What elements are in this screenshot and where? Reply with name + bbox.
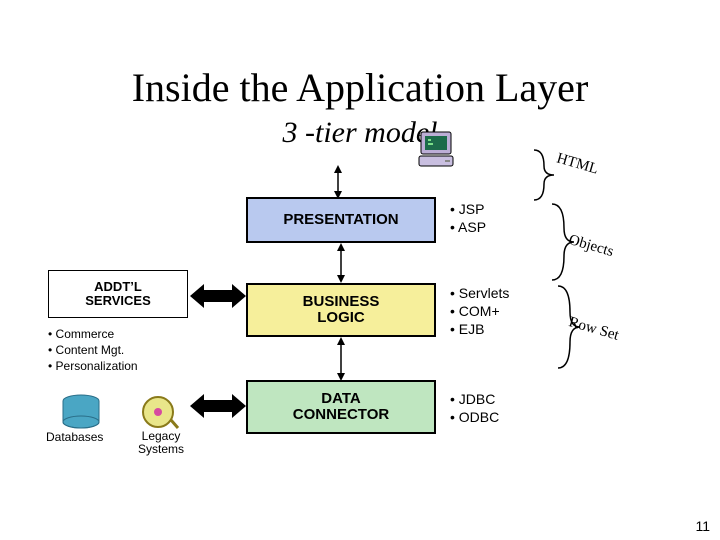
data-tech-list: JDBC ODBC (450, 390, 499, 426)
list-item: JSP (450, 200, 486, 218)
addtl-services-box: ADDT’L SERVICES (48, 270, 188, 318)
list-item: Content Mgt. (48, 342, 138, 358)
presentation-tier-label: PRESENTATION (283, 212, 398, 229)
page-title: Inside the Application Layer (0, 64, 720, 111)
arrow-stores-to-data (190, 392, 246, 425)
business-tier-box: BUSINESS LOGIC (246, 283, 436, 337)
arrow-biz-to-data (333, 337, 349, 386)
data-tier-box: DATA CONNECTOR (246, 380, 436, 434)
addtl-services-label: ADDT’L SERVICES (85, 280, 151, 309)
business-tech-list: Servlets COM+ EJB (450, 284, 509, 339)
arrow-addtl-to-business (190, 282, 246, 315)
data-tier-label: DATA CONNECTOR (293, 391, 389, 424)
list-item: Commerce (48, 326, 138, 342)
page-subtitle: 3 -tier model (0, 116, 720, 150)
list-item: Personalization (48, 358, 138, 374)
list-item: COM+ (450, 302, 509, 320)
arrow-pres-to-biz (333, 243, 349, 288)
legacy-systems-label: Legacy Systems (128, 430, 194, 456)
list-item: JDBC (450, 390, 499, 408)
business-tier-label: BUSINESS LOGIC (303, 294, 380, 327)
addtl-services-list: Commerce Content Mgt. Personalization (48, 326, 138, 375)
list-item: ODBC (450, 408, 499, 426)
slide-number: 11 (695, 518, 710, 534)
list-item: EJB (450, 320, 509, 338)
slide-canvas: { "title": "Inside the Application Layer… (0, 0, 720, 540)
list-item: Servlets (450, 284, 509, 302)
list-item: ASP (450, 218, 486, 236)
presentation-tier-box: PRESENTATION (246, 197, 436, 243)
databases-label: Databases (46, 430, 103, 444)
computer-icon (415, 130, 459, 175)
presentation-tech-list: JSP ASP (450, 200, 486, 236)
